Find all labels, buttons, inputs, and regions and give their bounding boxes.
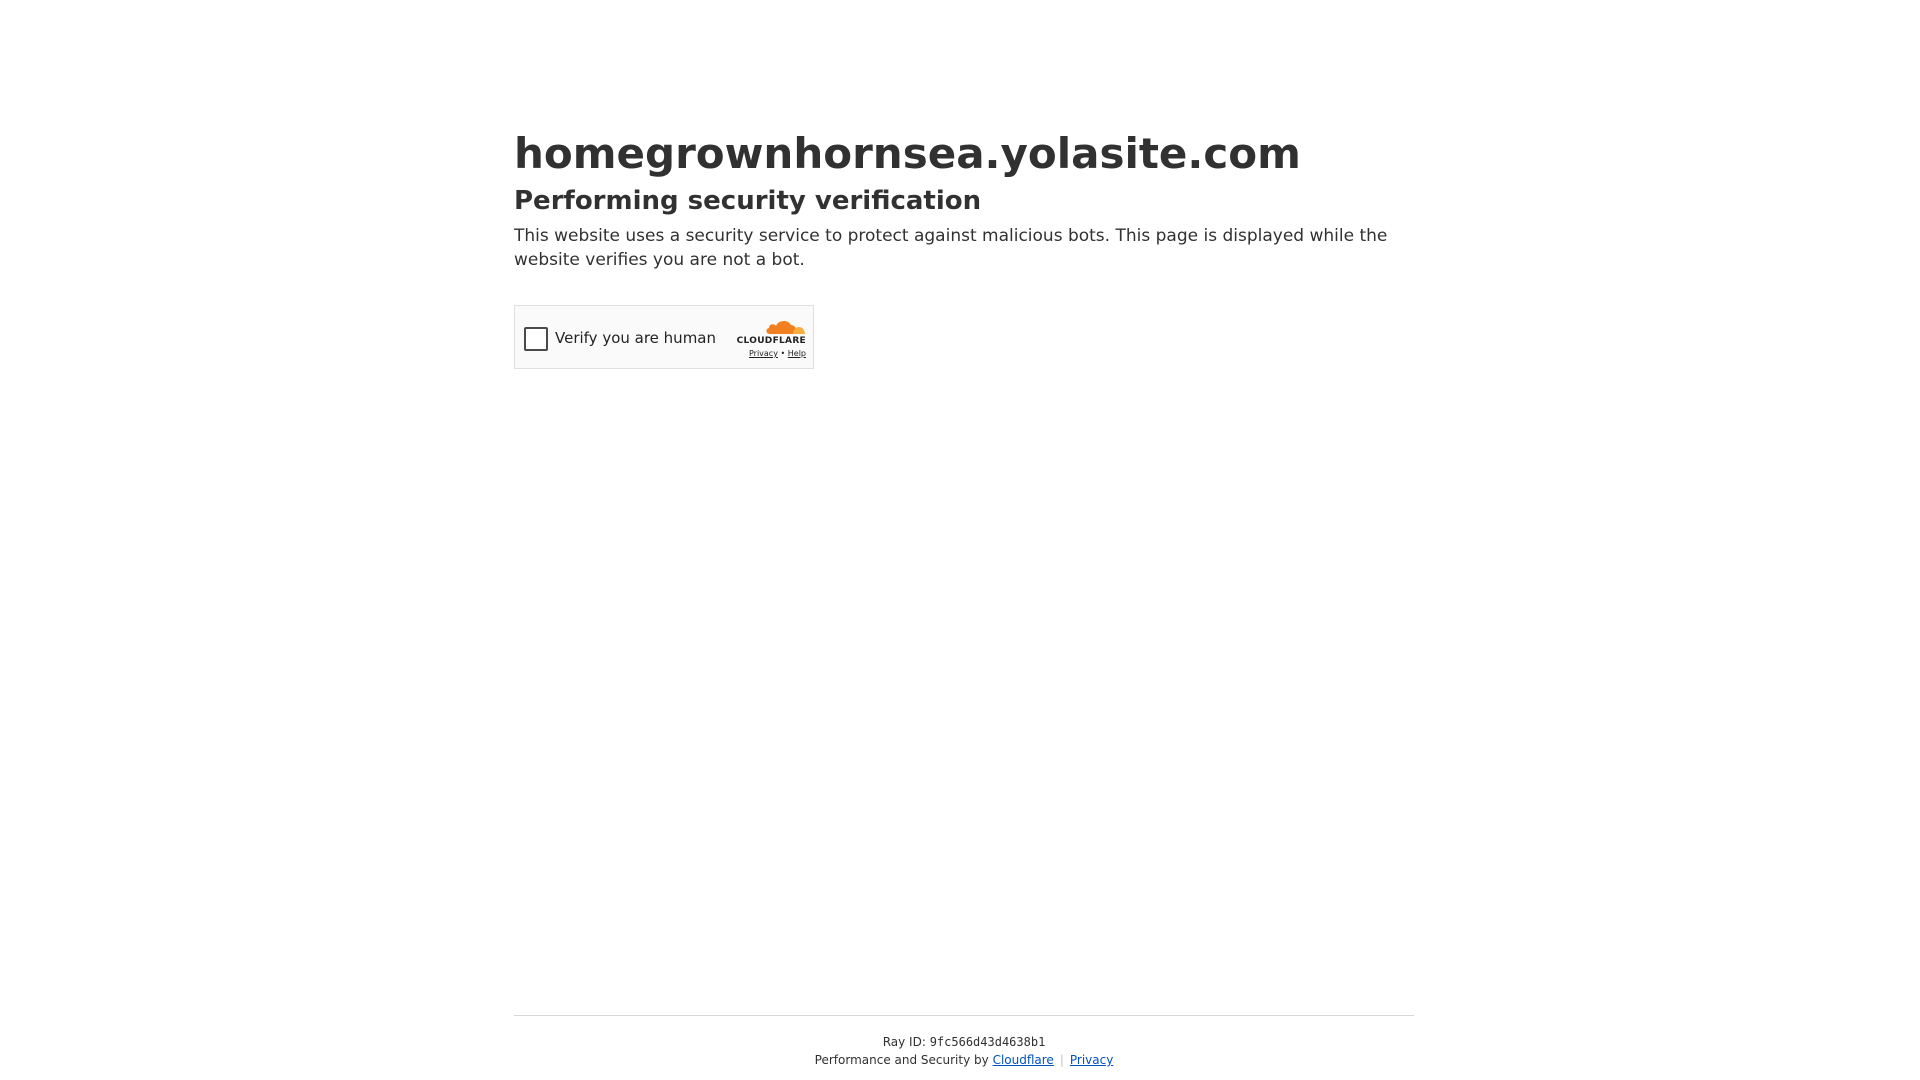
cloudflare-cloud-icon: [766, 320, 805, 334]
page-subtitle: Performing security verification: [514, 186, 982, 216]
performance-text: Performance and Security by: [814, 1053, 989, 1067]
cloudflare-wordmark: CLOUDFLARE: [736, 336, 806, 346]
widget-help-link[interactable]: Help: [788, 349, 806, 358]
verify-checkbox[interactable]: [524, 327, 548, 351]
verify-checkbox-label[interactable]: Verify you are human: [555, 328, 716, 348]
ray-id-value: 9fc566d43d4638b1: [929, 1035, 1046, 1049]
footer: Ray ID: 9fc566d43d4638b1 Performance and…: [514, 1015, 1414, 1068]
performance-line: Performance and Security by Cloudflare | P…: [514, 1052, 1414, 1068]
widget-links: Privacy • Help: [726, 349, 806, 359]
widget-link-separator: •: [780, 349, 786, 358]
challenge-widget: Verify you are human CLOUDFLARE Privacy …: [514, 305, 814, 369]
ray-id-label: Ray ID:: [882, 1035, 926, 1049]
page-title: homegrownhornsea.yolasite.com: [514, 129, 1301, 178]
widget-privacy-link[interactable]: Privacy: [749, 349, 778, 358]
cloudflare-link[interactable]: Cloudflare: [993, 1053, 1054, 1067]
footer-privacy-link[interactable]: Privacy: [1070, 1053, 1113, 1067]
ray-id: Ray ID: 9fc566d43d4638b1: [514, 1034, 1414, 1050]
cloudflare-branding: CLOUDFLARE Privacy • Help: [726, 316, 806, 359]
footer-separator: |: [1059, 1053, 1064, 1067]
page-description: This website uses a security service to …: [514, 226, 1388, 270]
